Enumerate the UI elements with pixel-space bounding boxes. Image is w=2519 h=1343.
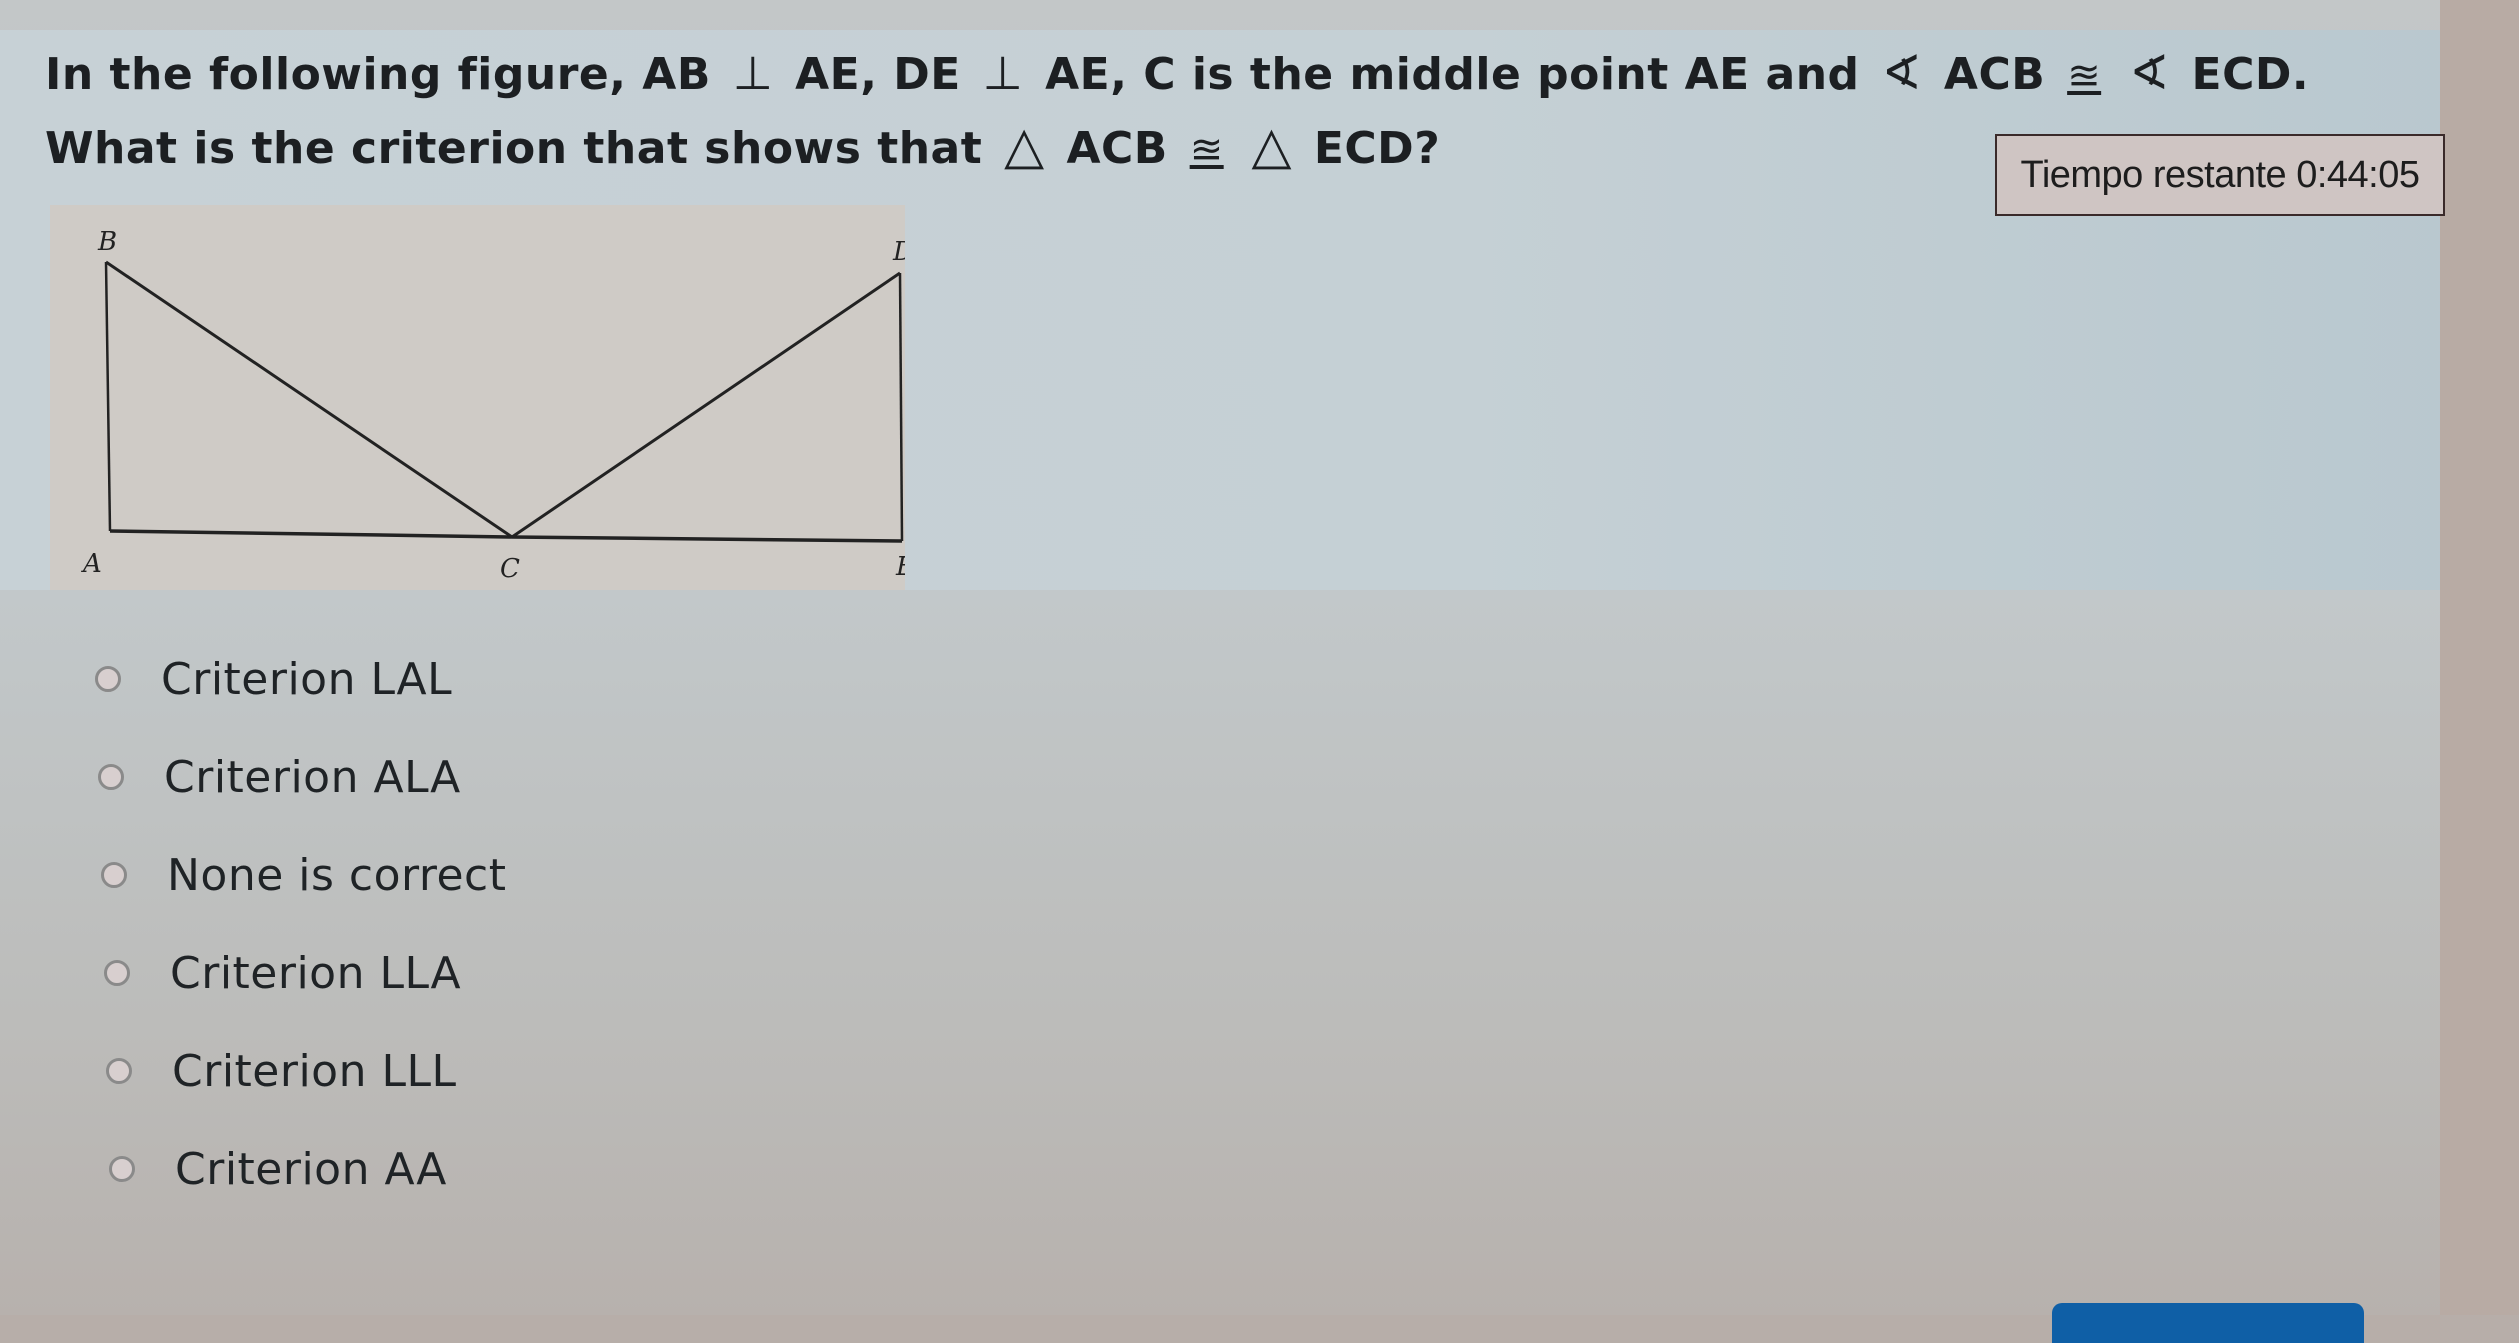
answer-option[interactable]: None is correct <box>101 826 506 924</box>
label-B: B <box>97 227 117 257</box>
segment-BC <box>105 260 513 539</box>
figure-drawing: B D A C E <box>81 227 905 584</box>
question-text-segment: ECD. <box>2191 49 2310 100</box>
question-text-segment: AE, C is the middle point AE and <box>1045 49 1860 100</box>
answer-label[interactable]: Criterion ALA <box>164 752 461 803</box>
triangle-icon: △ <box>1251 116 1292 176</box>
next-button[interactable] <box>2052 1303 2364 1343</box>
label-C: C <box>500 554 520 584</box>
question-line-1: In the following figure, AB ⊥ AE, DE ⊥ A… <box>45 38 2445 111</box>
answer-option[interactable]: Criterion LLA <box>104 924 506 1022</box>
angle-icon: ∢ <box>1881 45 1923 101</box>
label-E: E <box>895 552 905 582</box>
answer-label[interactable]: Criterion LAL <box>161 654 452 705</box>
perpendicular-icon: ⊥ <box>732 46 774 100</box>
time-remaining-value: 0:44:05 <box>2296 153 2420 196</box>
radio-button[interactable] <box>98 764 124 790</box>
radio-button[interactable] <box>109 1156 135 1182</box>
answer-option[interactable]: Criterion LAL <box>95 630 506 728</box>
question-text-segment: ACB <box>1943 49 2046 100</box>
segment-DE <box>898 272 904 542</box>
answer-label[interactable]: None is correct <box>167 850 506 901</box>
question-text-segment: ACB <box>1066 123 1168 174</box>
time-remaining-box: Tiempo restante 0:44:05 <box>1995 134 2445 216</box>
congruent-icon: ≊ <box>2067 53 2102 99</box>
congruent-icon: ≊ <box>1189 127 1224 173</box>
answer-label[interactable]: Criterion LLL <box>172 1046 457 1097</box>
question-text-segment: What is the criterion that shows that <box>45 123 983 174</box>
label-D: D <box>892 237 905 267</box>
radio-button[interactable] <box>106 1058 132 1084</box>
label-A: A <box>81 549 102 579</box>
segment-AB <box>104 261 112 532</box>
question-text-segment: ECD? <box>1313 123 1441 174</box>
triangle-icon: △ <box>1004 116 1045 176</box>
answer-option[interactable]: Criterion ALA <box>98 728 506 826</box>
radio-button[interactable] <box>101 862 127 888</box>
segment-AC <box>109 529 513 539</box>
answer-options: Criterion LAL Criterion ALA None is corr… <box>95 630 506 1218</box>
angle-icon: ∢ <box>2128 45 2170 101</box>
radio-button[interactable] <box>95 666 121 692</box>
perpendicular-icon: ⊥ <box>982 46 1024 100</box>
answer-label[interactable]: Criterion AA <box>175 1144 447 1195</box>
answer-option[interactable]: Criterion AA <box>109 1120 506 1218</box>
question-text-segment: AE, DE <box>795 49 961 100</box>
segment-CE <box>511 535 903 543</box>
geometry-figure: B D A C E <box>50 205 905 590</box>
radio-button[interactable] <box>104 960 130 986</box>
time-remaining-label: Tiempo restante <box>2020 153 2287 196</box>
question-text-segment: In the following figure, AB <box>45 49 711 100</box>
page-margin <box>2440 0 2519 1315</box>
answer-label[interactable]: Criterion LLA <box>170 948 461 999</box>
segment-CD <box>511 271 901 539</box>
answer-option[interactable]: Criterion LLL <box>106 1022 506 1120</box>
